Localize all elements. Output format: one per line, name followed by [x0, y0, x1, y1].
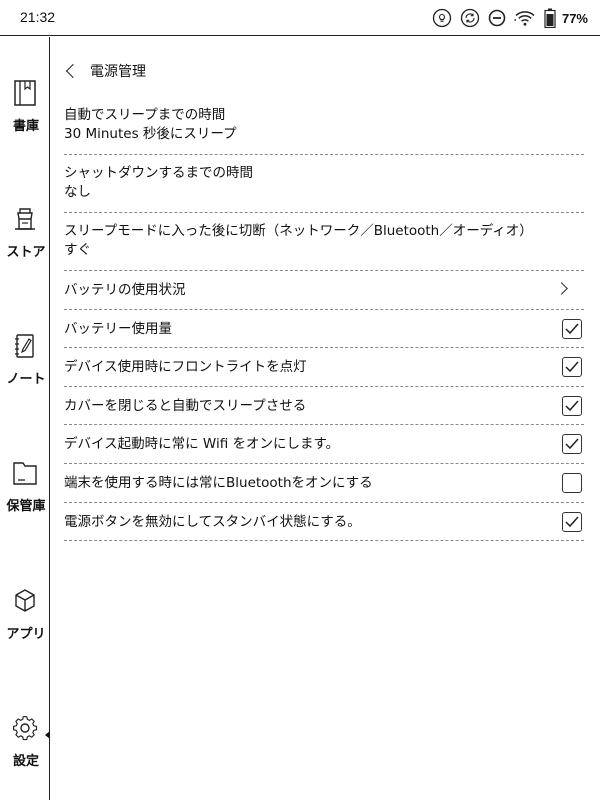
checkbox-checked[interactable] — [562, 434, 582, 455]
checkbox-checked[interactable] — [562, 511, 582, 532]
settings-list: 自動でスリープまでの時間 30 Minutes 秒後にスリープ シャットダウンす… — [64, 97, 584, 542]
lightbulb-icon — [432, 8, 452, 28]
setting-title: デバイス使用時にフロントライトを点灯 — [64, 359, 307, 376]
settings-panel: 電源管理 自動でスリープまでの時間 30 Minutes 秒後にスリープ シャッ… — [50, 37, 600, 800]
setting-title: デバイス起動時に常に Wifi をオンにします。 — [64, 436, 340, 453]
nav-item-settings[interactable]: 設定 — [0, 714, 50, 769]
setting-shutdown[interactable]: シャットダウンするまでの時間 なし — [64, 155, 584, 213]
setting-cover-sleep[interactable]: カバーを閉じると自動でスリープさせる — [64, 387, 584, 426]
nav-label: 設定 — [12, 754, 39, 769]
setting-title: バッテリー使用量 — [64, 320, 172, 337]
battery-percent: 77% — [561, 10, 588, 26]
setting-disable-power-button[interactable]: 電源ボタンを無効にしてスタンバイ状態にする。 — [64, 503, 584, 542]
nav-label: ノート — [6, 372, 46, 387]
back-arrow-icon[interactable] — [65, 63, 81, 79]
setting-title: カバーを閉じると自動でスリープさせる — [64, 397, 307, 414]
page-title: 電源管理 — [90, 64, 146, 80]
battery-icon — [544, 8, 556, 28]
setting-bluetooth-always-on[interactable]: 端末を使用する時には常にBluetoothをオンにする — [64, 464, 584, 503]
do-not-disturb-icon — [488, 9, 506, 27]
setting-title: シャットダウンするまでの時間 — [64, 165, 253, 181]
book-icon — [0, 79, 50, 111]
setting-frontlight[interactable]: デバイス使用時にフロントライトを点灯 — [64, 348, 584, 387]
nav-item-store[interactable]: ストア — [0, 205, 50, 260]
setting-wifi-on-boot[interactable]: デバイス起動時に常に Wifi をオンにします。 — [64, 425, 584, 464]
checkbox-checked[interactable] — [562, 395, 582, 416]
cube-icon — [0, 587, 50, 619]
gear-icon — [0, 714, 50, 746]
store-icon — [0, 205, 50, 237]
checkbox-unchecked[interactable] — [562, 472, 582, 493]
nav-label: ストア — [6, 245, 46, 260]
status-bar: 21:32 77% — [0, 0, 600, 36]
checkbox-checked[interactable] — [562, 357, 582, 378]
side-nav: 書庫 ストア ノート 保管庫 アプリ 設定 — [0, 37, 50, 800]
nav-item-library[interactable]: 書庫 — [0, 79, 50, 134]
note-icon — [0, 332, 50, 364]
nav-item-storage[interactable]: 保管庫 — [0, 459, 50, 514]
setting-title: 端末を使用する時には常にBluetoothをオンにする — [64, 474, 373, 491]
nav-item-apps[interactable]: アプリ — [0, 587, 50, 642]
sync-icon — [460, 8, 480, 28]
setting-value: 30 Minutes 秒後にスリープ — [64, 126, 237, 142]
setting-value: すぐ — [64, 242, 91, 258]
status-icons: 77% — [432, 7, 588, 29]
setting-battery-usage[interactable]: バッテリー使用量 — [64, 310, 584, 349]
setting-title: バッテリの使用状況 — [64, 282, 186, 298]
setting-title: スリープモードに入った後に切断（ネットワーク／Bluetooth／オーディオ） — [64, 223, 533, 239]
nav-label: 書庫 — [12, 119, 39, 134]
setting-battery-usage-status[interactable]: バッテリの使用状況 — [64, 271, 584, 310]
wifi-icon — [514, 9, 536, 27]
nav-item-notes[interactable]: ノート — [0, 332, 50, 387]
setting-title: 自動でスリープまでの時間 — [64, 107, 226, 123]
clock: 21:32 — [20, 9, 56, 25]
setting-title: 電源ボタンを無効にしてスタンバイ状態にする。 — [64, 513, 361, 530]
setting-disconnect-after-sleep[interactable]: スリープモードに入った後に切断（ネットワーク／Bluetooth／オーディオ） … — [64, 213, 584, 271]
setting-auto-sleep[interactable]: 自動でスリープまでの時間 30 Minutes 秒後にスリープ — [64, 97, 584, 155]
checkbox-checked[interactable] — [562, 318, 582, 339]
page-header: 電源管理 — [64, 61, 146, 81]
folder-icon — [0, 459, 50, 491]
nav-label: アプリ — [6, 627, 46, 642]
nav-label: 保管庫 — [6, 499, 46, 514]
setting-value: なし — [64, 184, 91, 200]
